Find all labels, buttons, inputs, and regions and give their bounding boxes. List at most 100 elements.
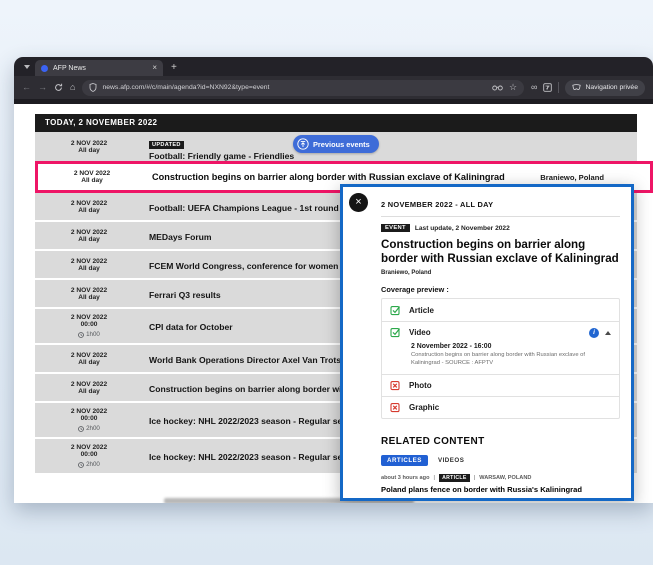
previous-events-button[interactable]: Previous events [293,135,379,153]
related-article-item[interactable]: about 3 hours ago | ARTICLE | WARSAW, PO… [381,474,620,494]
clock-icon [78,426,84,432]
last-update-text: Last update, 2 November 2022 [415,225,510,232]
modal-event-location: Braniewo, Poland [381,270,620,276]
event-time: All day [35,388,143,395]
x-square-icon [390,402,401,413]
clock-icon [78,462,84,468]
coverage-row-graphic[interactable]: Graphic [382,396,619,418]
event-detail-modal: × 2 NOVEMBER 2022 - ALL DAY EVENT Last u… [340,184,634,501]
page-content: TODAY, 2 NOVEMBER 2022 2 NOV 2022 All da… [14,104,653,503]
event-time: All day [35,236,143,243]
event-duration: 2h00 [86,425,100,432]
event-title: Football: UEFA Champions League - 1st ro… [149,203,363,213]
tab-title: AFP News [53,65,147,72]
event-date: 2 NOV 2022 [35,258,143,265]
address-bar[interactable]: news.afp.com/#/c/main/agenda?id=NXN92&ty… [82,80,524,96]
close-button[interactable]: × [349,193,368,212]
event-date: 2 NOV 2022 [35,381,143,388]
coverage-row-article[interactable]: Article [382,299,619,321]
event-title: Construction begins on barrier along bor… [146,172,532,182]
arrow-to-top-icon [297,138,309,150]
related-location: WARSAW, POLAND [479,475,531,481]
event-time: All day [35,265,143,272]
browser-toolbar: ← → ⌂ news.afp.com/#/c/main/agenda?id=NX… [14,76,653,99]
event-time: 00:00 [35,451,143,458]
tab-articles[interactable]: ARTICLES [381,455,428,466]
event-time: All day [35,294,143,301]
coverage-label: Graphic [409,403,439,412]
coverage-row-photo[interactable]: Photo [382,374,619,396]
event-date: 2 NOV 2022 [35,408,143,415]
link-extension-icon[interactable]: ∞ [531,83,537,92]
tab-videos[interactable]: VIDEOS [438,457,464,464]
video-detail-time: 2 November 2022 - 16:00 [411,343,611,350]
event-title: CPI data for October [149,322,233,332]
event-time: All day [35,359,143,366]
back-button[interactable]: ← [22,83,31,92]
related-article-title: Poland plans fence on border with Russia… [381,485,620,494]
event-date: 2 NOV 2022 [35,314,143,321]
event-title: MEDays Forum [149,232,212,242]
event-date: 2 NOV 2022 [35,229,143,236]
translate-extension-icon[interactable] [543,83,552,92]
event-date: 2 NOV 2022 [35,200,143,207]
reader-glasses-icon[interactable] [492,84,503,91]
tab-close-icon[interactable]: × [152,64,157,72]
private-browsing-badge: Navigation privée [565,80,645,96]
coverage-label: Article [409,306,434,315]
reload-button[interactable] [54,83,63,92]
event-badge: EVENT [381,224,410,232]
modal-event-title: Construction begins on barrier along bor… [381,238,620,266]
event-date: 2 NOV 2022 [35,140,143,147]
private-mask-icon [572,84,581,91]
info-icon[interactable]: i [589,328,599,338]
check-square-icon [390,305,401,316]
event-title: Football: Friendly game - Friendlies [149,151,637,161]
video-coverage-detail: 2 November 2022 - 16:00 Construction beg… [382,343,619,373]
event-location: Braniewo, Poland [540,173,604,182]
coverage-label: Video [409,328,431,337]
modal-date-header: 2 NOVEMBER 2022 - ALL DAY [381,196,620,217]
event-date: 2 NOV 2022 [35,444,143,451]
event-title: Ferrari Q3 results [149,290,221,300]
chevron-down-icon [24,65,30,72]
forward-button[interactable]: → [38,83,47,92]
chevron-up-icon[interactable] [605,328,611,335]
coverage-row-video[interactable]: Video i [382,321,619,343]
tab-list-button[interactable] [19,59,35,74]
toolbar-divider [558,82,559,93]
url-text: news.afp.com/#/c/main/agenda?id=NXN92&ty… [102,84,487,91]
afp-favicon-icon [41,65,48,72]
clock-icon [78,332,84,338]
coverage-list: Article Video i 2 November 2022 - 16:00 … [381,298,620,418]
coverage-preview-label: Coverage preview : [381,285,620,294]
check-square-icon [390,327,401,338]
bookmark-star-icon[interactable]: ☆ [509,83,517,92]
day-header: TODAY, 2 NOVEMBER 2022 [35,114,637,132]
event-time: All day [35,207,143,214]
event-duration: 2h00 [86,461,100,468]
related-content-heading: RELATED CONTENT [381,436,620,447]
home-button[interactable]: ⌂ [70,83,75,92]
browser-window: AFP News × + ← → ⌂ news.afp.com/#/c/main… [14,57,653,503]
updated-badge: UPDATED [149,141,184,149]
related-time-ago: about 3 hours ago [381,475,429,481]
event-time: 00:00 [35,415,143,422]
private-browsing-label: Navigation privée [585,84,638,91]
browser-tab-bar: AFP News × + [14,57,653,76]
new-tab-button[interactable]: + [171,63,177,73]
event-date: 2 NOV 2022 [38,170,146,177]
x-square-icon [390,380,401,391]
event-date: 2 NOV 2022 [35,287,143,294]
event-time: All day [38,177,146,184]
coverage-label: Photo [409,381,432,390]
event-duration: 1h00 [86,331,100,338]
shield-icon [89,83,97,92]
browser-tab-afp-news[interactable]: AFP News × [35,60,163,76]
article-badge: ARTICLE [439,474,470,482]
event-time: All day [35,147,143,154]
event-time: 00:00 [35,321,143,328]
previous-events-label: Previous events [313,140,370,149]
video-detail-text: Construction begins on barrier along bor… [411,351,611,367]
event-date: 2 NOV 2022 [35,352,143,359]
